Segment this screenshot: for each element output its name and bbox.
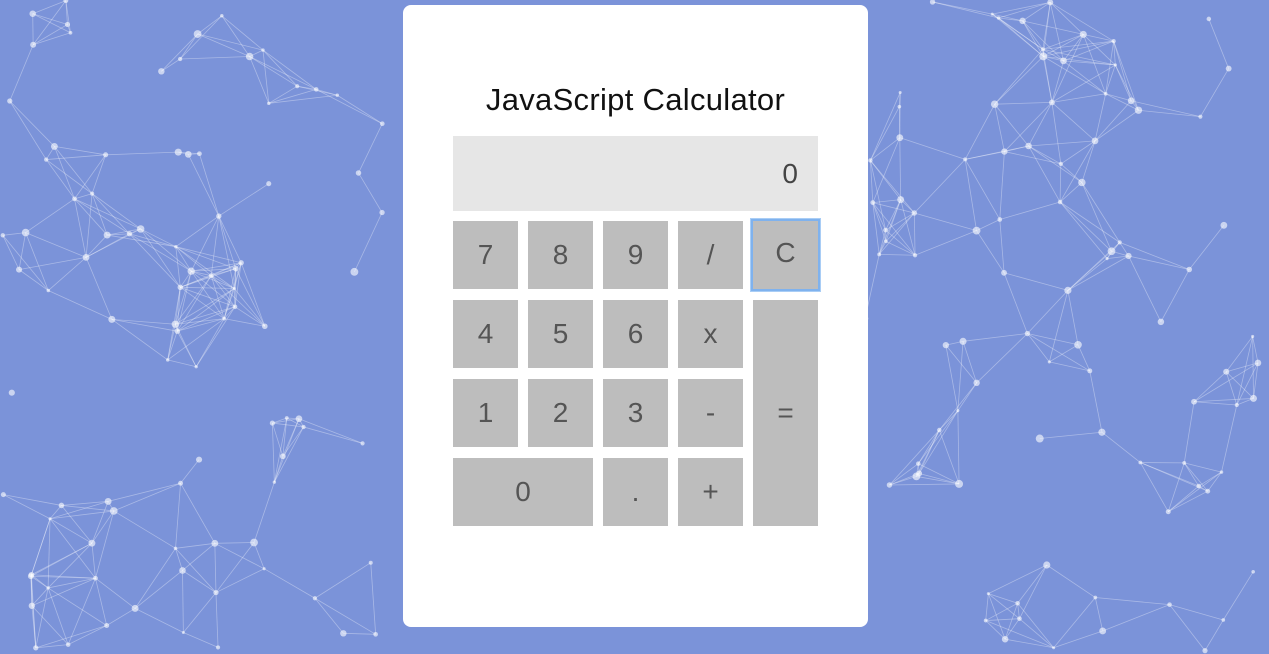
key-6[interactable]: 6 (603, 300, 668, 368)
key-0[interactable]: 0 (453, 458, 593, 526)
key-3[interactable]: 3 (603, 379, 668, 447)
calculator-display: 0 (453, 136, 818, 211)
key-add[interactable]: + (678, 458, 743, 526)
key-4[interactable]: 4 (453, 300, 518, 368)
key-clear[interactable]: C (751, 219, 820, 291)
key-1[interactable]: 1 (453, 379, 518, 447)
key-equals[interactable]: = (753, 300, 818, 526)
key-7[interactable]: 7 (453, 221, 518, 289)
key-divide[interactable]: / (678, 221, 743, 289)
key-9[interactable]: 9 (603, 221, 668, 289)
key-5[interactable]: 5 (528, 300, 593, 368)
key-8[interactable]: 8 (528, 221, 593, 289)
calculator-card: JavaScript Calculator 0 7 8 9 / C 4 5 6 … (403, 5, 868, 627)
key-multiply[interactable]: x (678, 300, 743, 368)
calculator-title: JavaScript Calculator (485, 82, 786, 117)
key-subtract[interactable]: - (678, 379, 743, 447)
key-decimal[interactable]: . (603, 458, 668, 526)
key-2[interactable]: 2 (528, 379, 593, 447)
